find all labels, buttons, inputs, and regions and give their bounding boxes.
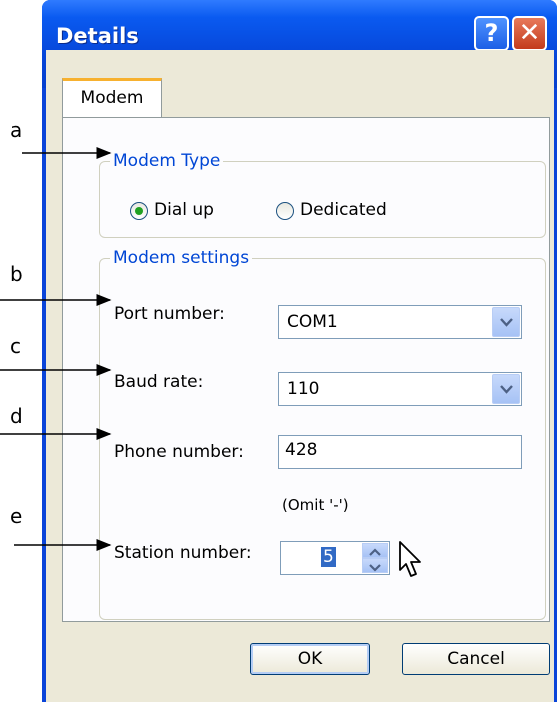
annotation-arrows [0,147,112,551]
